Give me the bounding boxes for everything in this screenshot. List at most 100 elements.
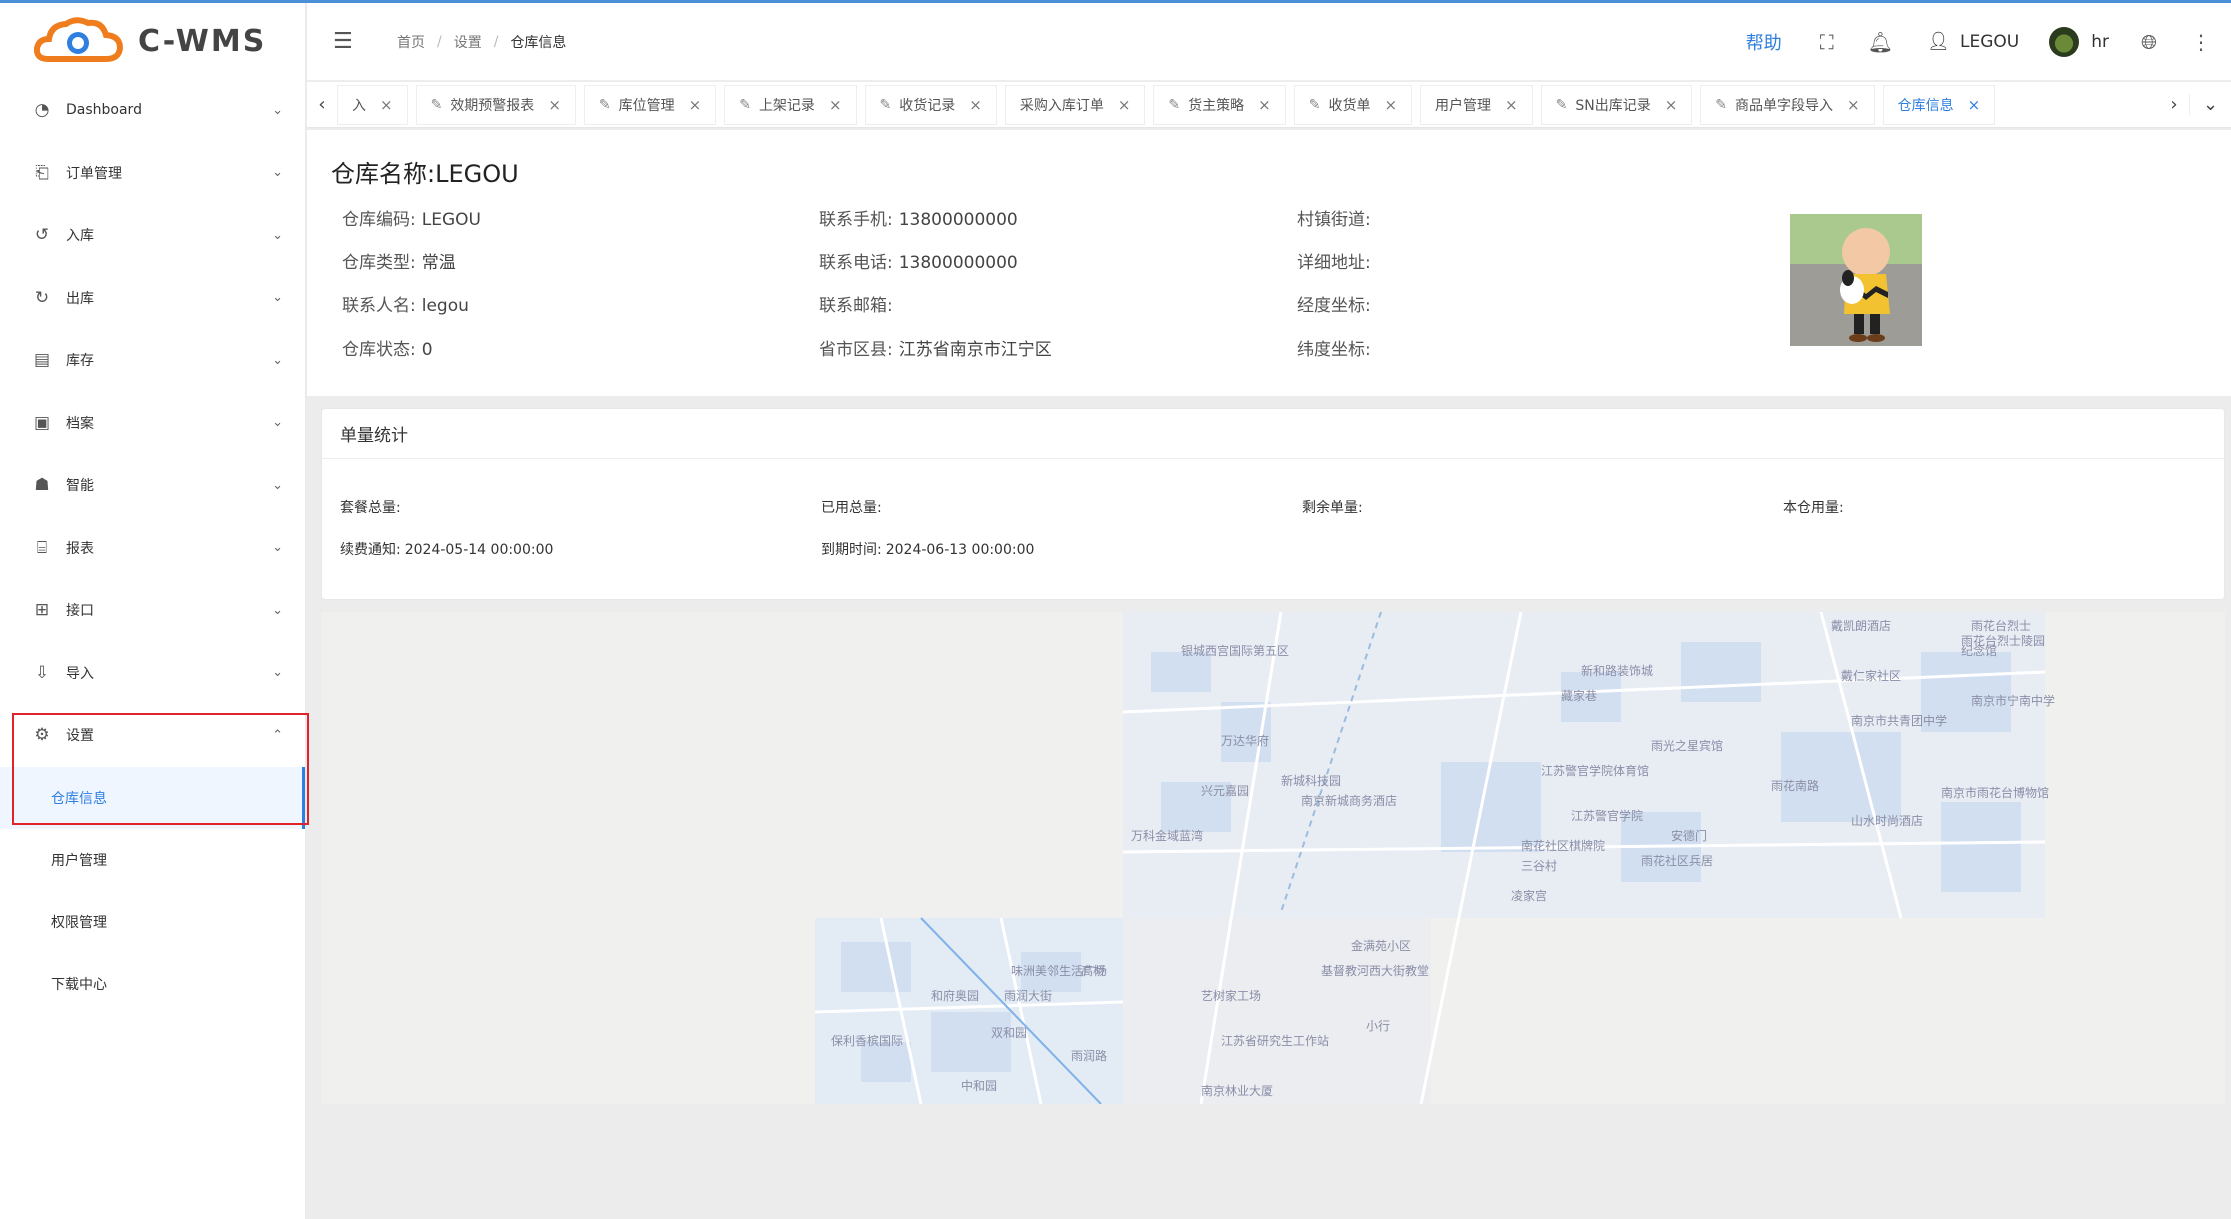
outbound-icon: ↻ [34,287,50,308]
stat-item: 续费通知: 2024-05-14 00:00:00 [340,539,553,559]
close-icon[interactable]: × [829,96,842,114]
close-icon[interactable]: × [380,96,393,114]
tab-3[interactable]: ✎ 上架记录 × [724,84,857,125]
help-link[interactable]: 帮助 [1746,29,1782,55]
close-icon[interactable]: × [689,96,702,114]
archive-icon: ▣ [33,412,51,433]
map-poi-label: 万达华府 [1221,734,1270,748]
tab-5[interactable]: 采购入库订单 × [1004,84,1146,125]
sidebar-subitem-1[interactable]: 用户管理 [0,829,305,891]
tab-label: 上架记录 [758,97,815,114]
bell-icon[interactable]: 🔔︎ [1868,30,1893,54]
map-poi-label: 雨润路 [1071,1049,1108,1063]
map-poi-label: 中和园 [961,1079,998,1093]
tab-dropdown-icon[interactable]: ⌄ [2189,94,2231,115]
tab-scroll-left-icon[interactable]: ‹ [307,94,337,115]
globe-icon[interactable]: 🌐︎ [2141,30,2157,54]
map[interactable]: 银城西宫国际第五区 新和路装饰城 戴凯朗酒店 雨花台烈士陵园 藏家巷 戴仁家社区 万达华府雨… [321,612,2225,1104]
tab-0[interactable]: 入 × [337,84,408,125]
sidebar: C-WMS ◔ Dashboard ⌄ ⎗ 订单管理 ⌄ ↺ 入库 ⌄ ↻ 出库 ⌄ ▤ 库存 ⌄ ▣ 档案 ⌄ ☗… [0,3,306,1219]
account-name[interactable]: hr [2091,32,2109,52]
map-poi-label: 南京市共青团中学 [1851,714,1948,728]
sidebar-item-3[interactable]: ↻ 出库 ⌄ [0,267,305,330]
close-icon[interactable]: × [1665,96,1678,114]
logo[interactable]: C-WMS [0,3,305,79]
tab-1[interactable]: ✎ 效期预警报表 × [415,84,576,125]
tab-label: 收货单 [1328,97,1371,114]
close-icon[interactable]: × [1258,96,1271,114]
warehouse-field: 联系邮箱: [819,291,899,316]
close-icon[interactable]: × [1384,96,1397,114]
menu-collapse-icon[interactable]: ☰ [333,29,361,54]
chevron-down-icon: ⌄ [272,665,283,681]
tab-11[interactable]: 仓库信息 × [1882,84,1996,125]
map-poi-label: 艺树家工场 [1201,989,1262,1003]
tab-label: 收货记录 [899,97,956,114]
sidebar-item-6[interactable]: ☗ 智能 ⌄ [0,454,305,517]
sidebar-item-9[interactable]: ⇩ 导入 ⌄ [0,642,305,705]
tab-4[interactable]: ✎ 收货记录 × [864,84,997,125]
edit-icon: ✎ [1715,96,1728,113]
sidebar-item-7[interactable]: ⌸ 报表 ⌄ [0,517,305,580]
field-label: 联系手机: [819,210,893,230]
map-poi-label: 南京市宁南中学 [1971,694,2056,708]
user-menu[interactable]: 👤︎ LEGOU [1927,31,2019,52]
user-name: LEGOU [1960,31,2020,52]
warehouse-photo [1790,214,1922,346]
sidebar-item-10[interactable]: ⚙ 设置 ⌃ [0,704,305,767]
sidebar-item-8[interactable]: ⊞ 接口 ⌄ [0,579,305,642]
map-poi-label: 雨花社区兵居 [1641,854,1714,868]
warehouse-info-card: 仓库名称:LEGOU 仓库编码: LEGOU 仓库类型: 常温 联系人名: legou 仓库… [307,130,2231,396]
tab-6[interactable]: ✎ 货主策略 × [1153,84,1286,125]
map-poi-label: 雨花南路 [1771,779,1820,793]
sidebar-item-0[interactable]: ◔ Dashboard ⌄ [0,79,305,142]
warehouse-title: 仓库名称:LEGOU [331,160,519,188]
field-value: 13800000000 [898,210,1018,230]
field-value: legou [421,296,469,316]
tab-label: SN出库记录 [1575,97,1651,114]
sidebar-item-2[interactable]: ↺ 入库 ⌄ [0,204,305,267]
edit-icon: ✎ [598,96,611,113]
close-icon[interactable]: × [1118,96,1131,114]
field-label: 仓库编码: [342,210,416,230]
breadcrumb-settings[interactable]: 设置 [454,32,482,52]
sidebar-item-label: 库存 [66,353,94,370]
tab-scroll-right-icon[interactable]: › [2159,94,2189,115]
warehouse-field: 仓库编码: LEGOU [342,205,481,230]
close-icon[interactable]: × [1505,96,1518,114]
sidebar-subitem-3[interactable]: 下载中心 [0,953,305,1015]
map-poi-label: 双和园 [991,1026,1028,1040]
fullscreen-icon[interactable]: ⛶ [1820,30,1834,54]
user-icon: 👤︎ [1927,31,1951,52]
edit-icon: ✎ [879,96,892,113]
sidebar-menu: ◔ Dashboard ⌄ ⎗ 订单管理 ⌄ ↺ 入库 ⌄ ↻ 出库 ⌄ ▤ 库存 ⌄ ▣ 档案 ⌄ ☗ 智能 ⌄ ⌸ 报表… [0,79,305,1015]
sidebar-item-5[interactable]: ▣ 档案 ⌄ [0,392,305,455]
map-poi-label: 藏家巷 [1561,689,1598,703]
field-label: 仓库类型: [342,253,416,273]
stat-item: 到期时间: 2024-06-13 00:00:00 [821,539,1034,559]
stat-label: 剩余单量: [1302,500,1363,516]
avatar[interactable] [2049,26,2080,57]
map-poi-label: 凌家宫 [1511,889,1548,903]
close-icon[interactable]: × [1968,96,1981,114]
map-poi-label: 小行 [1366,1019,1391,1033]
sidebar-item-4[interactable]: ▤ 库存 ⌄ [0,329,305,392]
tab-7[interactable]: ✎ 收货单 × [1293,84,1413,125]
sidebar-subitem-0[interactable]: 仓库信息 [0,766,305,829]
tab-9[interactable]: ✎ SN出库记录 × [1540,84,1693,125]
sidebar-subitem-2[interactable]: 权限管理 [0,891,305,953]
breadcrumb-home[interactable]: 首页 [397,32,425,52]
close-icon[interactable]: × [1847,96,1860,114]
close-icon[interactable]: × [548,96,561,114]
tab-10[interactable]: ✎ 商品单字段导入 × [1700,84,1875,125]
tab-8[interactable]: 用户管理 × [1420,84,1533,125]
map-poi-label: 雨花台烈士 [1971,619,2032,633]
sidebar-item-1[interactable]: ⎗ 订单管理 ⌄ [0,142,305,205]
breadcrumb: 首页 / 设置 / 仓库信息 [397,32,566,52]
more-vertical-icon[interactable]: ⋮ [2191,30,2211,54]
tab-2[interactable]: ✎ 库位管理 × [583,84,717,125]
stats-title: 单量统计 [322,409,2224,459]
map-poi-label: 南京林业大厦 [1201,1084,1274,1098]
close-icon[interactable]: × [969,96,982,114]
logo-text: C-WMS [138,23,267,59]
